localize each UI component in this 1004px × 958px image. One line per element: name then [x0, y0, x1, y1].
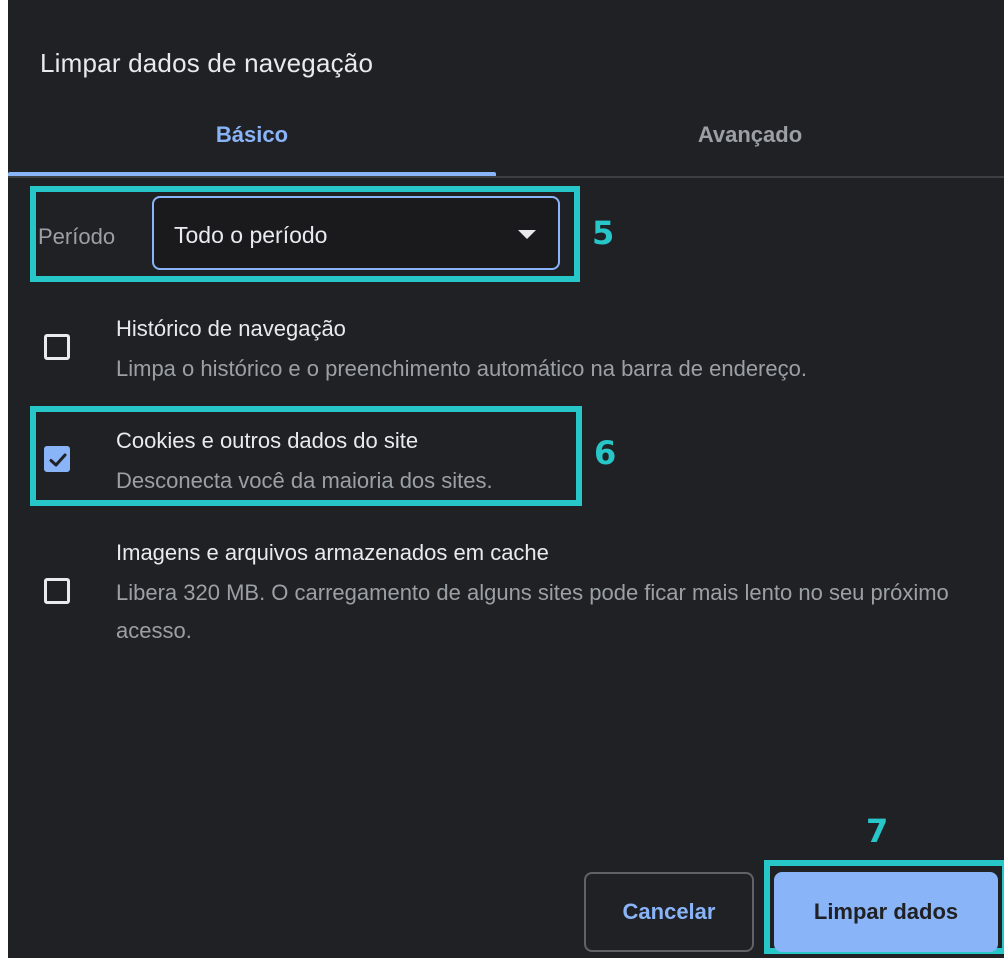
active-tab-indicator — [8, 172, 496, 176]
checkbox-browsing-history[interactable] — [44, 334, 70, 360]
option-desc-cached-images: Libera 320 MB. O carregamento de alguns … — [116, 580, 949, 643]
clear-browsing-data-dialog: Limpar dados de navegação Básico Avançad… — [0, 0, 1004, 958]
period-select[interactable]: Todo o período — [152, 196, 560, 270]
tab-basic[interactable]: Básico — [8, 122, 496, 174]
tab-advanced[interactable]: Avançado — [496, 122, 1004, 174]
tab-basic-label: Básico — [215, 122, 289, 147]
tab-divider — [8, 176, 1004, 178]
clear-data-button[interactable]: Limpar dados — [774, 872, 998, 952]
dialog-title: Limpar dados de navegação — [40, 48, 374, 78]
clear-data-button-label: Limpar dados — [813, 899, 959, 924]
tab-advanced-label: Avançado — [697, 122, 803, 147]
option-title-browsing-history: Histórico de navegação — [116, 316, 346, 341]
checkbox-cookies[interactable] — [44, 446, 70, 472]
cancel-button[interactable]: Cancelar — [584, 872, 754, 952]
checkbox-cached-images[interactable] — [44, 578, 70, 604]
annotation-label-step5: 5 — [592, 214, 615, 252]
option-desc-cookies: Desconecta você da maioria dos sites. — [116, 468, 493, 493]
annotation-label-step6: 6 — [594, 434, 617, 472]
checkmark-icon — [49, 453, 67, 467]
period-select-value: Todo o período — [174, 222, 328, 248]
chevron-down-icon — [518, 230, 536, 239]
option-desc-browsing-history: Limpa o histórico e o preenchimento auto… — [116, 356, 807, 381]
option-title-cached-images: Imagens e arquivos armazenados em cache — [116, 540, 549, 565]
cancel-button-label: Cancelar — [622, 899, 716, 924]
period-label: Período — [38, 224, 116, 249]
annotation-label-step7: 7 — [866, 812, 889, 850]
option-title-cookies: Cookies e outros dados do site — [116, 428, 419, 453]
